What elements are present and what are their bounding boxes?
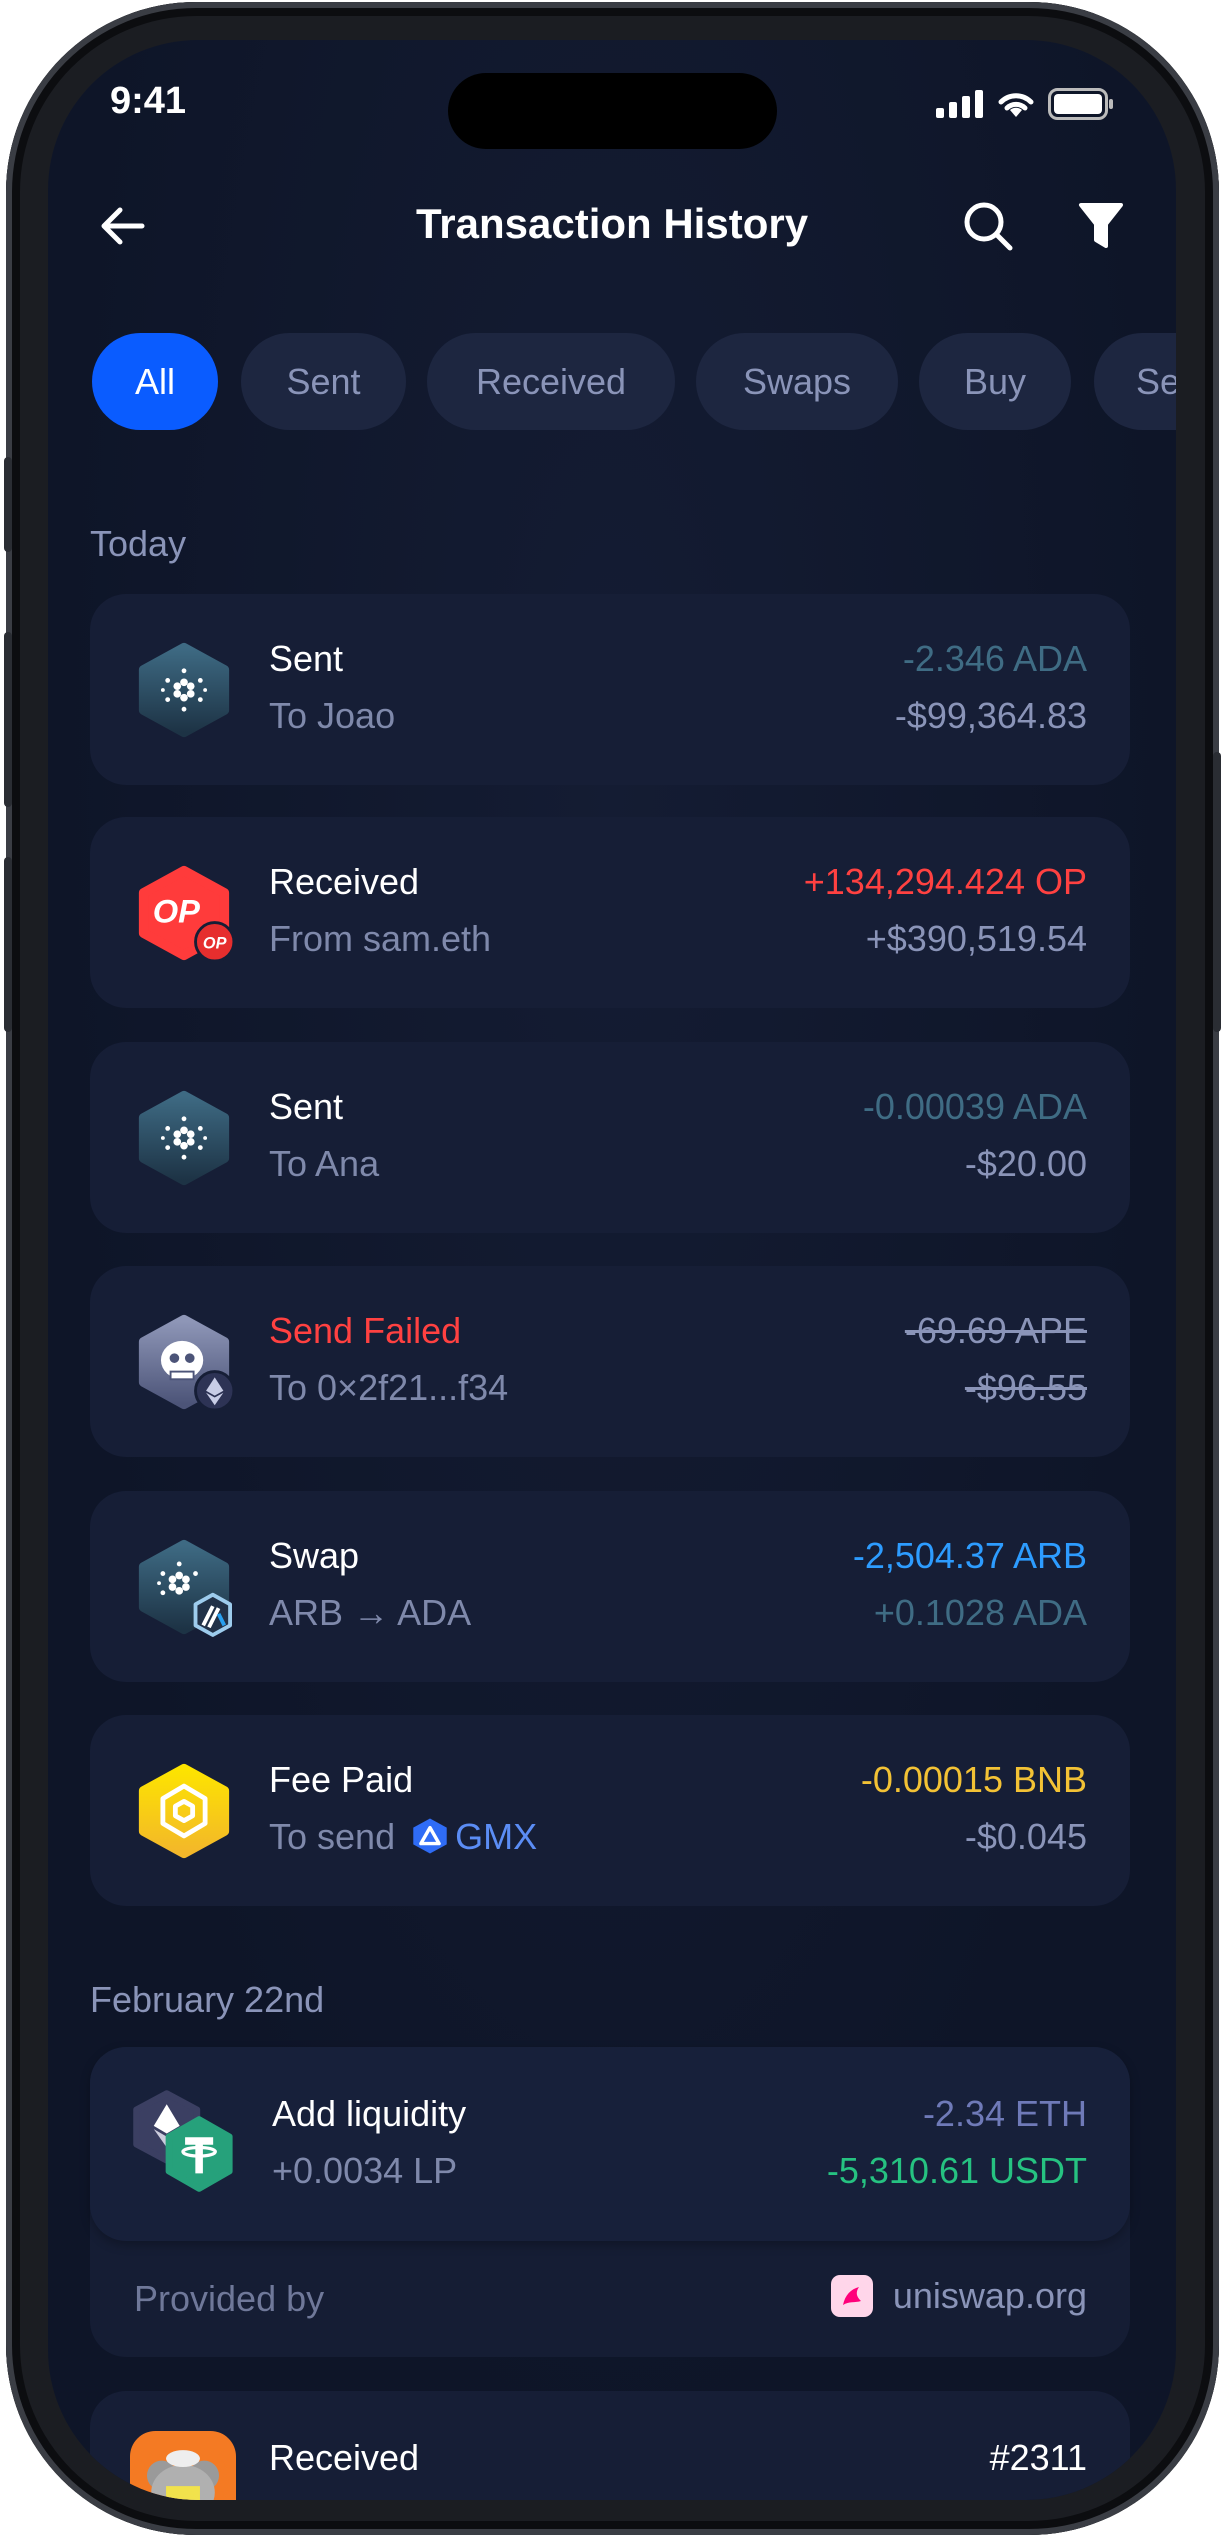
transaction-row[interactable]: Add liquidity +0.0034 LP -2.34 ETH -5,31… — [90, 2047, 1130, 2357]
transaction-subtitle: To Ana — [269, 1143, 380, 1184]
transaction-amount: +134,294.424 OP — [803, 861, 1087, 902]
transaction-subtitle: To Joao — [269, 695, 396, 736]
optimism-icon: OPOP — [138, 865, 236, 963]
transaction-subtitle: +0.0034 LP — [272, 2150, 458, 2191]
transaction-row[interactable]: Fee Paid To send GMX -0.00015 BNB -$0.04… — [90, 1715, 1130, 1906]
transaction-amount: -2,504.37 ARB — [852, 1535, 1087, 1576]
eth-usdt-icon — [133, 2090, 233, 2192]
fee-purpose: To send — [269, 1816, 396, 1857]
gmx-icon — [413, 1818, 447, 1854]
arrow-right-icon: → — [353, 1592, 390, 1633]
provider-link[interactable]: uniswap.org — [830, 2275, 1087, 2317]
transaction-row[interactable]: Received #2311 — [90, 2391, 1130, 2500]
nft-icon — [130, 2431, 236, 2500]
search-icon[interactable] — [962, 200, 1014, 252]
dynamic-island — [448, 73, 777, 149]
transaction-row[interactable]: Swap ARB → ADA -2,504.37 ARB +0.1028 ADA — [90, 1491, 1130, 1682]
volume-up-button — [4, 632, 12, 807]
transaction-amount: -2.346 ADA — [902, 638, 1087, 679]
status-time: 9:41 — [110, 80, 187, 122]
nft-id: #2311 — [989, 2437, 1087, 2478]
transaction-fiat: -$0.045 — [964, 1816, 1087, 1857]
transaction-title: Sent — [269, 638, 344, 679]
transaction-row[interactable]: Sent To Ana -0.00039 ADA -$20.00 — [90, 1042, 1130, 1233]
apecoin-icon — [138, 1314, 236, 1412]
filter-chip-all[interactable]: All — [92, 333, 218, 430]
transaction-title: Received — [269, 861, 420, 902]
cardano-icon — [138, 642, 230, 738]
section-header-today: Today — [90, 523, 187, 564]
mute-switch — [4, 457, 12, 552]
cardano-arbitrum-icon — [138, 1539, 232, 1637]
transaction-title: Received — [269, 2437, 420, 2478]
svg-text:OP: OP — [153, 893, 200, 930]
swap-to-token: ADA — [397, 1592, 472, 1633]
svg-text:OP: OP — [203, 935, 227, 953]
transaction-title: Swap — [269, 1535, 360, 1576]
battery-icon — [1048, 88, 1113, 120]
filter-chip-sell[interactable]: Se — [1094, 333, 1176, 430]
volume-down-button — [4, 857, 12, 1032]
transaction-second-amount: -5,310.61 USDT — [826, 2150, 1087, 2191]
transaction-fiat: -$99,364.83 — [894, 695, 1087, 736]
bnb-icon — [138, 1763, 230, 1859]
transaction-row[interactable]: Send Failed To 0×2f21...f34 -69.69 APE -… — [90, 1266, 1130, 1457]
provider-label: Provided by — [134, 2278, 325, 2319]
section-header-february-22nd: February 22nd — [90, 1979, 325, 2020]
transaction-amount: -69.69 APE — [904, 1310, 1087, 1351]
transaction-title: Add liquidity — [272, 2093, 467, 2134]
status-icons — [936, 88, 1114, 120]
wifi-icon — [998, 93, 1034, 117]
transaction-subtitle: From sam.eth — [269, 918, 492, 959]
transaction-title: Fee Paid — [269, 1759, 414, 1800]
transaction-received-amount: +0.1028 ADA — [873, 1592, 1087, 1633]
filter-icon[interactable] — [1078, 202, 1124, 250]
provider-name: uniswap.org — [892, 2275, 1087, 2316]
filter-chip-swaps[interactable]: Swaps — [696, 333, 898, 430]
filter-chip-received[interactable]: Received — [427, 333, 675, 430]
transaction-amount: -0.00039 ADA — [862, 1086, 1087, 1127]
filter-chip-buy[interactable]: Buy — [919, 333, 1071, 430]
transaction-fiat: -$96.55 — [964, 1367, 1087, 1408]
swap-from-token: ARB — [269, 1592, 344, 1633]
uniswap-icon — [830, 2275, 873, 2317]
screen: 9:41 Transaction History All Sent Receiv… — [48, 40, 1176, 2500]
transaction-title: Send Failed — [269, 1310, 462, 1351]
transaction-fiat: +$390,519.54 — [865, 918, 1087, 959]
token-link-gmx[interactable]: GMX — [455, 1816, 537, 1857]
transaction-title: Sent — [269, 1086, 344, 1127]
transaction-row[interactable]: Sent To Joao -2.346 ADA -$99,364.83 — [90, 594, 1130, 785]
signal-icon — [936, 90, 983, 118]
transaction-row[interactable]: OP OP Received From sam.eth +134,294.424 … — [90, 817, 1130, 1008]
cardano-icon — [138, 1090, 230, 1186]
filter-chip-sent[interactable]: Sent — [241, 333, 406, 430]
transaction-subtitle: To send GMX — [269, 1816, 537, 1858]
transaction-fiat: -$20.00 — [964, 1143, 1087, 1184]
liquidity-summary — [90, 2047, 1130, 2241]
transaction-subtitle: ARB → ADA — [269, 1592, 471, 1634]
transaction-subtitle: To 0×2f21...f34 — [269, 1367, 509, 1408]
transaction-amount: -2.34 ETH — [922, 2093, 1087, 2134]
transaction-amount: -0.00015 BNB — [860, 1759, 1087, 1800]
power-button — [1213, 752, 1221, 1032]
